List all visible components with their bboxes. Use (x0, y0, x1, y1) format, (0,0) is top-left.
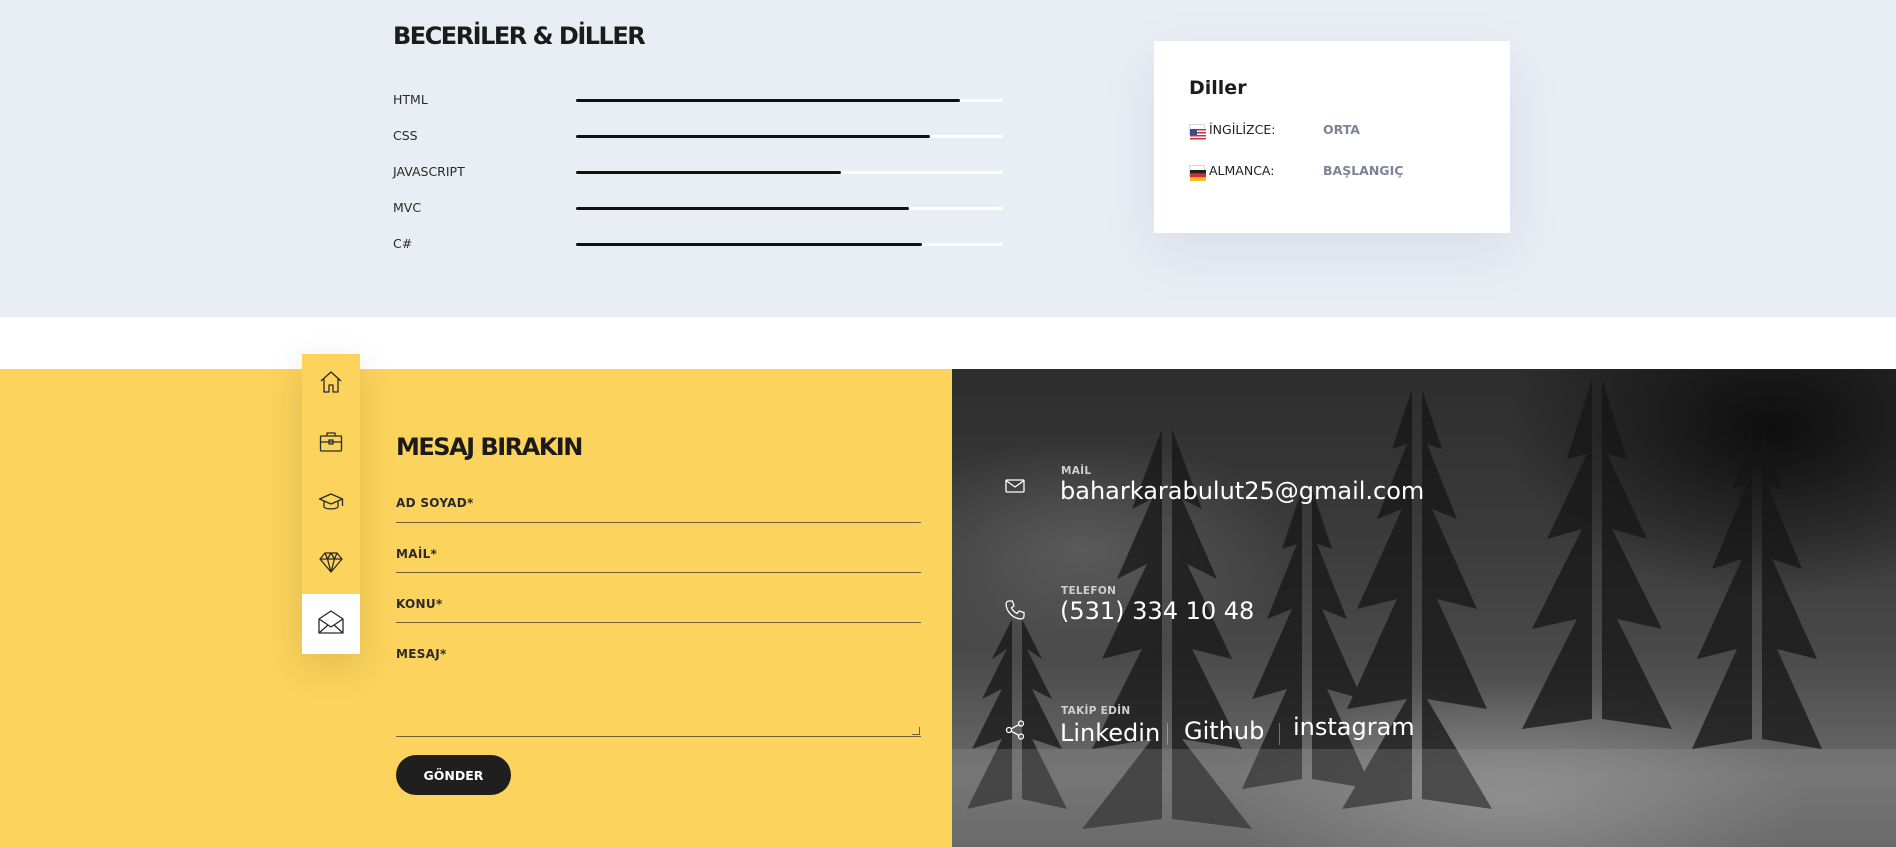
contact-social: TAKİP EDİN Linkedin Github instagram (952, 705, 1896, 755)
phone-value[interactable]: (531) 334 10 48 (1060, 597, 1254, 625)
phone-label: TELEFON (1061, 585, 1117, 597)
mail-label: MAİL (1061, 465, 1092, 477)
skills-title: BECERİLER & DİLLER (393, 22, 646, 50)
social-divider (1279, 723, 1280, 745)
share-icon (1004, 719, 1026, 741)
nav-item-home[interactable] (302, 354, 360, 414)
contact-info-panel: MAİL baharkarabulut25@gmail.com TELEFON … (952, 369, 1896, 847)
nav-item-contact[interactable] (302, 594, 360, 654)
mail-field[interactable]: MAİL* (396, 547, 921, 573)
contact-form-panel: MESAJ BIRAKIN AD SOYAD* MAİL* KONU* MESA… (0, 369, 952, 847)
skill-label: MVC (393, 200, 422, 215)
skill-label: JAVASCRIPT (393, 164, 465, 179)
skill-row-csharp: C# (393, 234, 1003, 254)
skill-row-mvc: MVC (393, 198, 1003, 218)
de-flag-icon (1189, 165, 1206, 181)
skill-row-html: HTML (393, 90, 1003, 110)
skill-label: C# (393, 236, 413, 251)
mail-field-label: MAİL* (396, 547, 438, 561)
mail-value[interactable]: baharkarabulut25@gmail.com (1060, 477, 1424, 505)
languages-title: Diller (1189, 77, 1247, 99)
skill-label: HTML (393, 92, 428, 107)
message-field-label: MESAJ* (396, 647, 447, 661)
skill-row-javascript: JAVASCRIPT (393, 162, 1003, 182)
instagram-link[interactable]: instagram (1293, 713, 1415, 741)
envelope-open-icon (317, 608, 345, 640)
skill-progress-fill (576, 171, 841, 174)
language-name: İNGİLİZCE: (1209, 122, 1276, 137)
message-textarea[interactable]: MESAJ* (396, 647, 921, 737)
language-name: ALMANCA: (1209, 163, 1275, 178)
form-title: MESAJ BIRAKIN (396, 433, 583, 461)
skill-progress-fill (576, 99, 961, 102)
language-level: ORTA (1323, 122, 1360, 137)
nav-item-portfolio[interactable] (302, 414, 360, 474)
nav-item-education[interactable] (302, 474, 360, 534)
home-icon (318, 369, 344, 399)
skill-progress-track (576, 135, 1003, 138)
name-field-label: AD SOYAD* (396, 496, 474, 510)
language-level: BAŞLANGIÇ (1323, 163, 1404, 178)
languages-card: Diller İNGİLİZCE: ORTA ALMANCA: BAŞLANGI… (1154, 41, 1510, 233)
contact-phone: TELEFON (531) 334 10 48 (952, 585, 1896, 635)
subject-field[interactable]: KONU* (396, 597, 921, 623)
subject-field-label: KONU* (396, 597, 443, 611)
skill-progress-track (576, 171, 1003, 174)
skills-section: BECERİLER & DİLLER HTML CSS JAVASCRIPT M… (0, 0, 1896, 317)
mail-icon (1004, 475, 1026, 497)
linkedin-link[interactable]: Linkedin (1060, 719, 1160, 747)
skill-progress-track (576, 99, 1003, 102)
contact-mail: MAİL baharkarabulut25@gmail.com (952, 465, 1896, 515)
diamond-icon (318, 549, 344, 579)
submit-button[interactable]: GÖNDER (396, 755, 511, 795)
phone-icon (1004, 599, 1026, 621)
briefcase-icon (318, 429, 344, 459)
skill-progress-track (576, 207, 1003, 210)
social-label: TAKİP EDİN (1061, 705, 1131, 717)
skill-progress-fill (576, 243, 922, 246)
side-nav (302, 354, 360, 654)
language-row-german: ALMANCA: BAŞLANGIÇ (1189, 162, 1489, 181)
name-field[interactable]: AD SOYAD* (396, 496, 921, 523)
language-row-english: İNGİLİZCE: ORTA (1189, 121, 1489, 140)
skill-row-css: CSS (393, 126, 1003, 146)
us-flag-icon (1189, 124, 1206, 140)
github-link[interactable]: Github (1184, 717, 1264, 745)
graduation-cap-icon (318, 489, 344, 519)
skill-progress-track (576, 243, 1003, 246)
skill-progress-fill (576, 135, 931, 138)
skill-label: CSS (393, 128, 418, 143)
nav-item-skills[interactable] (302, 534, 360, 594)
textarea-resize-handle[interactable] (912, 727, 920, 735)
skill-progress-fill (576, 207, 910, 210)
social-divider (1167, 723, 1168, 745)
